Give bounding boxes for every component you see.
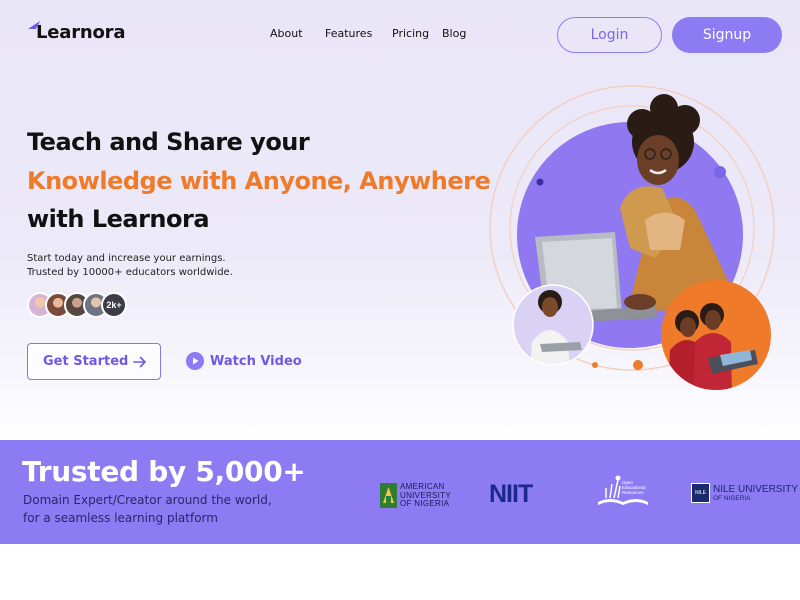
decor-dot [714, 166, 726, 178]
decor-dot [536, 178, 544, 186]
aun-line-3: OF NIGERIA [400, 499, 450, 508]
educator-count-badge: 2k+ [101, 292, 127, 318]
hero-subtext-line-2: Trusted by 10000+ educators worldwide. [27, 267, 233, 278]
partner-logo-niit: NIIT [489, 480, 533, 508]
login-button[interactable]: Login [557, 17, 662, 53]
partner-logo-oer: Open Educational Resources [596, 472, 654, 508]
nile-subname: OF NIGERIA [713, 494, 751, 502]
hero-headline-line-3: with Learnora [27, 205, 210, 233]
signup-button[interactable]: Signup [672, 17, 782, 53]
hero-headline-line-1: Teach and Share your [27, 128, 310, 156]
nile-emblem: NILE [691, 483, 710, 503]
oer-wordmark: Open Educational Resources [622, 480, 646, 495]
play-icon [186, 352, 204, 370]
brand-logo[interactable]: Learnora [27, 20, 126, 44]
trust-title: Trusted by 5,000+ [22, 455, 306, 488]
decor-dot [633, 360, 643, 370]
nav-item-features[interactable]: Features [325, 27, 372, 40]
watch-video-button[interactable]: Watch Video [186, 352, 302, 370]
nav-item-blog[interactable]: Blog [442, 27, 466, 40]
hero-illustration [489, 85, 775, 390]
partner-logo-aun: AMERICAN UNIVERSITY OF NIGERIA [380, 482, 451, 509]
get-started-label: Get Started [43, 354, 129, 369]
hero-section: Learnora About Features Pricing Blog Log… [0, 0, 800, 440]
watch-video-label: Watch Video [210, 353, 302, 369]
trust-subtitle-line-1: Domain Expert/Creator around the world, [23, 493, 272, 507]
get-started-button[interactable]: Get Started [27, 343, 161, 380]
aun-emblem-icon [380, 483, 397, 509]
hero-subtext-line-1: Start today and increase your earnings. [27, 253, 226, 264]
trust-subtitle-line-2: for a seamless learning platform [23, 511, 218, 525]
arrow-right-icon [133, 356, 146, 368]
partner-logo-nile: NILE NILE UNIVERSITY OF NIGERIA [691, 483, 798, 503]
hero-headline-line-2: Knowledge with Anyone, Anywhere [27, 167, 491, 195]
nav-item-about[interactable]: About [270, 27, 303, 40]
brand-name: Learnora [36, 21, 126, 43]
aun-wordmark: AMERICAN UNIVERSITY OF NIGERIA [400, 482, 451, 509]
logo-mark-icon [28, 21, 40, 29]
nav-item-pricing[interactable]: Pricing [392, 27, 429, 40]
decor-dot [592, 362, 598, 368]
nile-name: NILE UNIVERSITY [713, 483, 799, 495]
